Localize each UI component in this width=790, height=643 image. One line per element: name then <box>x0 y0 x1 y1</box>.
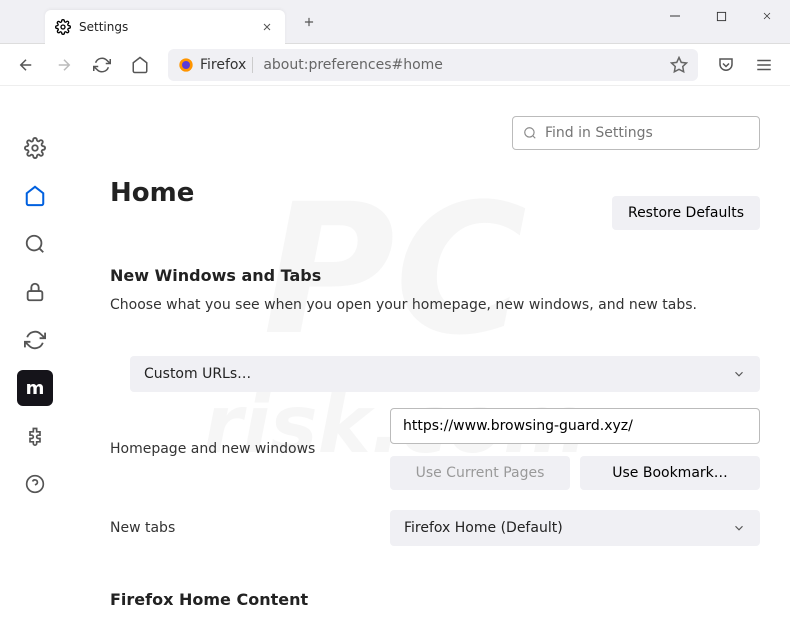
url-bar[interactable]: Firefox about:preferences#home <box>168 49 698 81</box>
section-title-home-content: Firefox Home Content <box>110 590 760 609</box>
newtabs-label: New tabs <box>110 520 370 536</box>
sidebar-item-sync[interactable] <box>17 322 53 358</box>
search-icon <box>523 126 537 140</box>
pocket-button[interactable] <box>710 49 742 81</box>
sidebar-item-privacy[interactable] <box>17 274 53 310</box>
newtabs-select[interactable]: Firefox Home (Default) <box>390 510 760 546</box>
close-window-button[interactable] <box>744 0 790 32</box>
sidebar: m <box>0 86 70 643</box>
sidebar-item-more-mozilla[interactable]: m <box>17 370 53 406</box>
sidebar-item-home[interactable] <box>17 178 53 214</box>
main-panel: Home Restore Defaults New Windows and Ta… <box>70 86 790 643</box>
window-controls <box>652 0 790 32</box>
firefox-icon <box>178 57 194 73</box>
homepage-url-input[interactable] <box>390 408 760 444</box>
sidebar-item-search[interactable] <box>17 226 53 262</box>
identity-box: Firefox <box>178 57 253 73</box>
new-tab-button[interactable] <box>295 8 323 36</box>
restore-defaults-button[interactable]: Restore Defaults <box>612 196 760 230</box>
section-title-new-windows: New Windows and Tabs <box>110 266 760 285</box>
tab-title: Settings <box>79 20 251 34</box>
close-icon[interactable] <box>259 19 275 35</box>
maximize-button[interactable] <box>698 0 744 32</box>
homepage-label: Homepage and new windows <box>110 441 370 457</box>
use-current-pages-button[interactable]: Use Current Pages <box>390 456 570 490</box>
forward-button[interactable] <box>48 49 80 81</box>
chevron-down-icon <box>732 521 746 535</box>
home-button[interactable] <box>124 49 156 81</box>
sidebar-item-help[interactable] <box>17 466 53 502</box>
titlebar: Settings <box>0 0 790 44</box>
back-button[interactable] <box>10 49 42 81</box>
gear-icon <box>55 19 71 35</box>
use-bookmark-button[interactable]: Use Bookmark… <box>580 456 760 490</box>
identity-label: Firefox <box>200 57 246 73</box>
menu-button[interactable] <box>748 49 780 81</box>
select-value: Firefox Home (Default) <box>404 520 563 536</box>
select-value: Custom URLs… <box>144 366 251 382</box>
page-title: Home <box>110 178 612 208</box>
url-text: about:preferences#home <box>263 57 660 73</box>
chevron-down-icon <box>732 367 746 381</box>
content: m Home Restore Defaults New Windows and … <box>0 86 790 643</box>
tab-settings[interactable]: Settings <box>45 10 285 44</box>
toolbar: Firefox about:preferences#home <box>0 44 790 86</box>
homepage-mode-select[interactable]: Custom URLs… <box>130 356 760 392</box>
reload-button[interactable] <box>86 49 118 81</box>
star-icon[interactable] <box>670 56 688 74</box>
minimize-button[interactable] <box>652 0 698 32</box>
section-desc: Choose what you see when you open your h… <box>110 295 760 316</box>
settings-search-input[interactable] <box>545 125 749 141</box>
sidebar-item-general[interactable] <box>17 130 53 166</box>
settings-search[interactable] <box>512 116 760 150</box>
sidebar-item-extensions[interactable] <box>17 418 53 454</box>
